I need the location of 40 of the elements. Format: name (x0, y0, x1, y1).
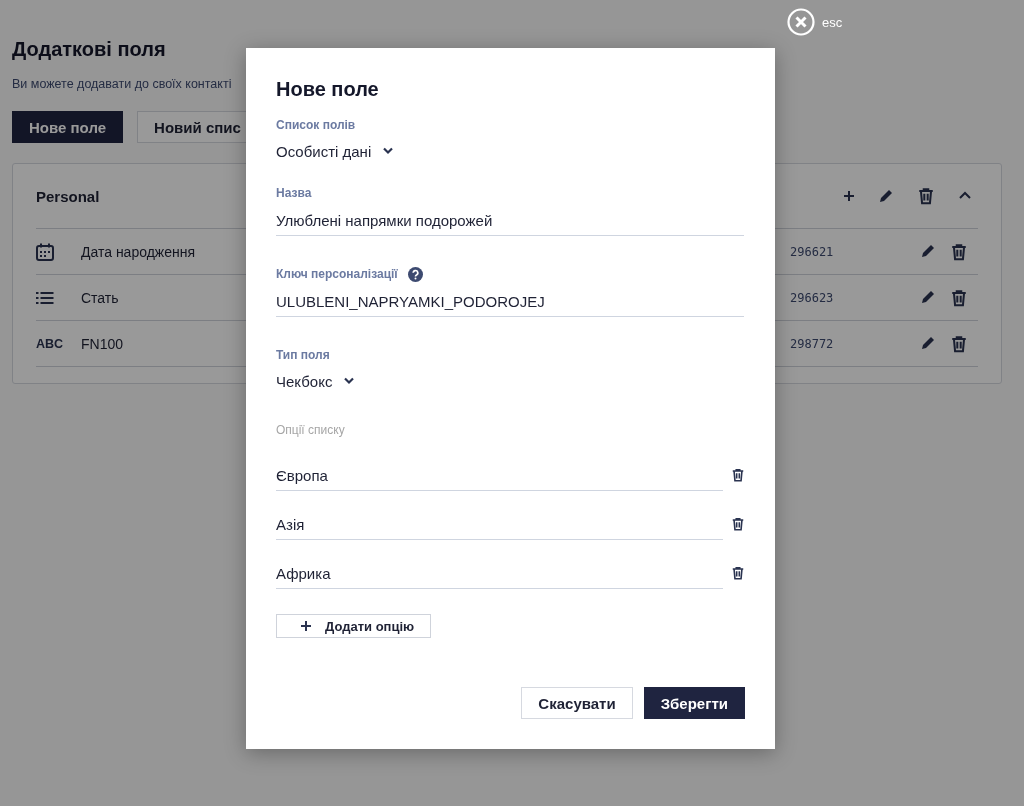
field-label: Тип поля (276, 348, 330, 362)
page-description: Ви можете додавати до своїх контакті (12, 77, 232, 91)
trash-icon[interactable] (950, 288, 968, 307)
add-option-button[interactable]: Додати опцію (276, 614, 432, 638)
options-label: Опції списку (276, 423, 346, 437)
plus-icon[interactable] (843, 190, 855, 202)
field-name: Стать (81, 289, 119, 306)
field-id: 296621 (790, 244, 835, 259)
field-id: 298772 (790, 336, 835, 351)
field-label: Ключ персоналізації (276, 267, 398, 281)
trash-icon[interactable] (731, 566, 745, 580)
trash-icon[interactable] (950, 242, 968, 261)
pencil-icon[interactable] (878, 188, 894, 204)
field-label: Назва (276, 186, 312, 200)
pencil-icon[interactable] (920, 242, 936, 259)
cancel-button[interactable]: Скасувати (521, 687, 633, 719)
calendar-icon (36, 242, 54, 261)
close-icon[interactable] (787, 8, 815, 36)
help-icon[interactable] (407, 266, 423, 282)
field-type-label: ABC (36, 336, 64, 351)
trash-icon[interactable] (917, 187, 935, 205)
modal-title: Нове поле (276, 78, 380, 101)
trash-icon[interactable] (950, 334, 968, 353)
field-name: FN100 (81, 335, 124, 352)
group-title: Personal (36, 187, 100, 205)
pencil-icon[interactable] (920, 288, 936, 305)
field-id: 296623 (790, 290, 835, 305)
save-button[interactable]: Зберегти (643, 687, 745, 719)
list-icon (36, 290, 54, 305)
new-field-button[interactable]: Нове поле (12, 111, 124, 143)
pencil-icon[interactable] (920, 334, 936, 351)
page-title: Додаткові поля (12, 38, 167, 61)
esc-label: esc (822, 14, 843, 30)
dropdown[interactable]: Чекбокс (276, 369, 355, 393)
trash-icon[interactable] (731, 517, 745, 531)
chevron-down-icon (344, 377, 355, 385)
trash-icon[interactable] (731, 468, 745, 482)
field-name: Дата народження (81, 243, 196, 260)
plus-icon (301, 621, 311, 631)
chevron-down-icon (383, 147, 394, 155)
